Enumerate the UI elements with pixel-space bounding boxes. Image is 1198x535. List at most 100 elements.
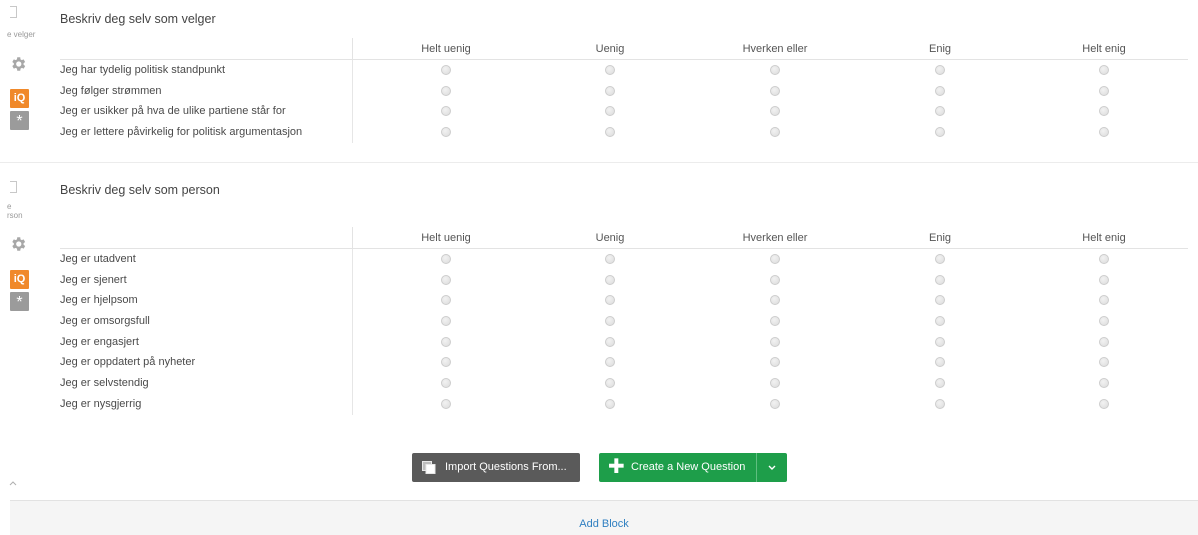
row-label: Jeg er usikker på hva de ulike partiene …: [60, 105, 286, 118]
radio-button[interactable]: [605, 274, 615, 285]
radio-button[interactable]: [935, 295, 945, 306]
radio-button[interactable]: [770, 316, 780, 327]
iq-icon[interactable]: iQ: [10, 270, 29, 289]
radio-button[interactable]: [935, 274, 945, 285]
asterisk-icon[interactable]: *: [10, 292, 29, 311]
radio-button[interactable]: [935, 85, 945, 96]
radio-button[interactable]: [935, 65, 945, 75]
radio-button[interactable]: [935, 398, 945, 409]
radio-button[interactable]: [770, 398, 780, 409]
chevron-up-icon[interactable]: [9, 480, 17, 486]
radio-button[interactable]: [1099, 65, 1109, 75]
radio-button[interactable]: [605, 398, 615, 409]
block-rail-label: e rson: [7, 202, 23, 220]
radio-button[interactable]: [441, 274, 451, 285]
radio-button[interactable]: [441, 65, 451, 75]
radio-button[interactable]: [605, 127, 615, 138]
matrix-row: Jeg følger strømmen: [60, 80, 1188, 102]
block-select-checkbox[interactable]: [10, 181, 17, 193]
radio-button[interactable]: [441, 398, 451, 409]
block-rail-label: e velger: [7, 30, 36, 39]
radio-button[interactable]: [1099, 336, 1109, 347]
create-question-label: Create a New Question: [631, 461, 746, 473]
radio-button[interactable]: [441, 85, 451, 96]
radio-button[interactable]: [770, 274, 780, 285]
matrix-row: Jeg er sjenert: [60, 269, 1188, 291]
radio-button[interactable]: [770, 85, 780, 96]
radio-button[interactable]: [770, 254, 780, 264]
radio-button[interactable]: [935, 127, 945, 138]
block-select-checkbox[interactable]: [10, 6, 17, 18]
row-divider: [352, 373, 353, 394]
radio-button[interactable]: [770, 106, 780, 117]
column-header: Uenig: [595, 43, 625, 55]
matrix-header: Helt uenig Uenig Hverken eller Enig Helt eni…: [60, 227, 1188, 249]
radio-button[interactable]: [1099, 398, 1109, 409]
radio-button[interactable]: [441, 106, 451, 117]
radio-button[interactable]: [770, 357, 780, 368]
create-question-button[interactable]: ✚ Create a New Question: [599, 453, 787, 482]
radio-button[interactable]: [441, 295, 451, 306]
radio-button[interactable]: [605, 106, 615, 117]
radio-button[interactable]: [605, 336, 615, 347]
radio-button[interactable]: [441, 127, 451, 138]
row-label: Jeg er selvstendig: [60, 377, 149, 390]
radio-button[interactable]: [1099, 106, 1109, 117]
radio-button[interactable]: [770, 295, 780, 306]
radio-button[interactable]: [1099, 254, 1109, 264]
radio-button[interactable]: [605, 254, 615, 264]
radio-button[interactable]: [770, 378, 780, 389]
radio-button[interactable]: [605, 295, 615, 306]
column-header: Helt enig: [1082, 43, 1126, 55]
radio-button[interactable]: [441, 254, 451, 264]
radio-button[interactable]: [1099, 357, 1109, 368]
question-title[interactable]: Beskriv deg selv som velger: [60, 12, 216, 26]
chevron-down-icon[interactable]: [765, 453, 779, 482]
radio-button[interactable]: [770, 65, 780, 75]
radio-button[interactable]: [441, 357, 451, 368]
radio-button[interactable]: [770, 127, 780, 138]
radio-button[interactable]: [935, 106, 945, 117]
gear-icon[interactable]: [9, 55, 27, 73]
radio-button[interactable]: [935, 336, 945, 347]
radio-button[interactable]: [935, 316, 945, 327]
row-divider: [352, 311, 353, 332]
radio-button[interactable]: [605, 65, 615, 75]
matrix-row: Jeg er selvstendig: [60, 373, 1188, 394]
radio-button[interactable]: [1099, 274, 1109, 285]
radio-button[interactable]: [441, 336, 451, 347]
import-questions-button[interactable]: Import Questions From...: [412, 453, 580, 482]
radio-button[interactable]: [441, 378, 451, 389]
row-label: Jeg er utadvent: [60, 253, 136, 265]
row-divider: [352, 331, 353, 353]
add-block-link[interactable]: Add Block: [10, 518, 1198, 530]
radio-button[interactable]: [605, 85, 615, 96]
row-divider: [352, 101, 353, 123]
row-label: Jeg følger strømmen: [60, 84, 162, 97]
matrix-row: Jeg er hjelpsom: [60, 290, 1188, 312]
row-divider: [352, 60, 353, 81]
radio-button[interactable]: [770, 336, 780, 347]
gear-icon[interactable]: [9, 235, 27, 253]
radio-button[interactable]: [1099, 295, 1109, 306]
radio-button[interactable]: [1099, 85, 1109, 96]
row-label: Jeg er oppdatert på nyheter: [60, 356, 196, 369]
radio-button[interactable]: [1099, 316, 1109, 327]
radio-button[interactable]: [441, 316, 451, 327]
matrix-header: Helt uenig Uenig Hverken eller Enig Helt eni…: [60, 38, 1188, 60]
radio-button[interactable]: [935, 357, 945, 368]
radio-button[interactable]: [605, 316, 615, 327]
question-title[interactable]: Beskriv deg selv som person: [60, 183, 220, 197]
row-divider: [352, 290, 353, 312]
column-header: Hverken eller: [742, 43, 808, 55]
radio-button[interactable]: [1099, 378, 1109, 389]
radio-button[interactable]: [605, 357, 615, 368]
asterisk-icon[interactable]: *: [10, 111, 29, 130]
radio-button[interactable]: [1099, 127, 1109, 138]
radio-button[interactable]: [935, 378, 945, 389]
row-divider: [352, 269, 353, 291]
radio-button[interactable]: [605, 378, 615, 389]
iq-icon[interactable]: iQ: [10, 89, 29, 108]
matrix-row: Jeg er lettere påvirkelig for politisk a…: [60, 122, 1188, 143]
radio-button[interactable]: [935, 254, 945, 264]
